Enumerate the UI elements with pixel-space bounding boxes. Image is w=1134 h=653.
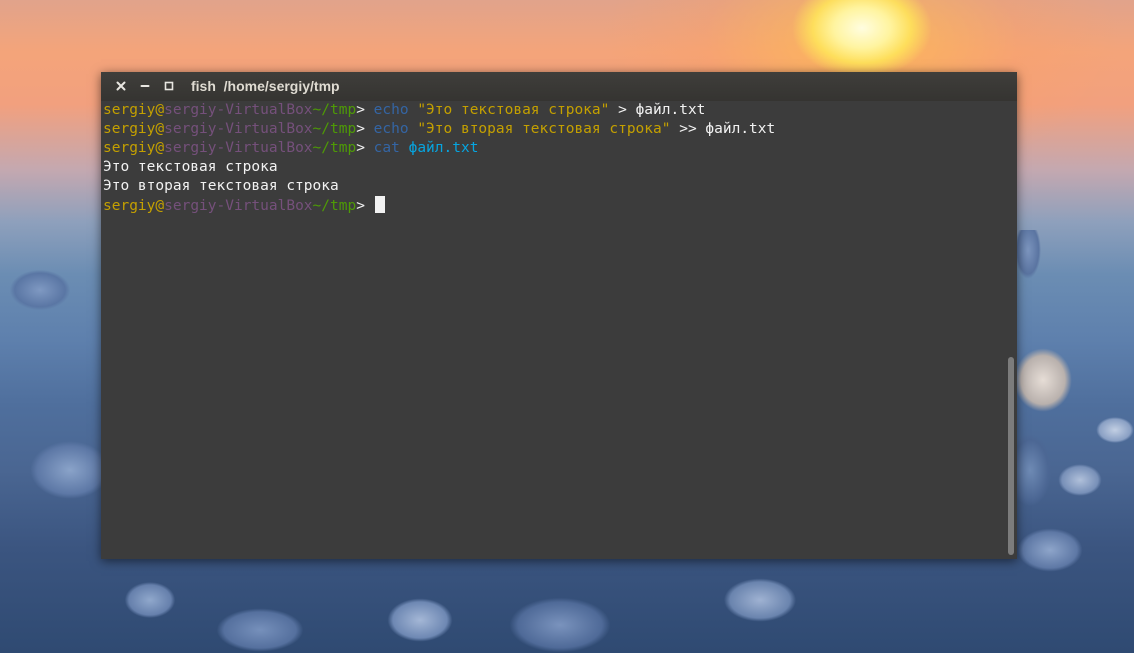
scrollbar[interactable]: [1005, 101, 1017, 559]
minimize-icon: [140, 85, 150, 87]
close-icon: [116, 81, 126, 91]
output-line: Это вторая текстовая строка: [103, 178, 339, 194]
prompt-user: sergiy: [103, 198, 156, 214]
prompt-host: sergiy-VirtualBox: [164, 198, 313, 214]
command-name: echo: [373, 121, 409, 137]
command-string-arg: "Это вторая текстовая строка": [417, 121, 671, 137]
terminal-output[interactable]: sergiy@sergiy-VirtualBox~/tmp> echo "Это…: [101, 101, 1005, 559]
prompt-symbol: >: [356, 140, 374, 156]
prompt-host: sergiy-VirtualBox: [164, 140, 313, 156]
command-line: sergiy@sergiy-VirtualBox~/tmp> cat файл.…: [103, 139, 1005, 158]
active-prompt-line[interactable]: sergiy@sergiy-VirtualBox~/tmp>: [103, 196, 1005, 215]
window-title: fish /home/sergiy/tmp: [191, 78, 340, 94]
command-line: sergiy@sergiy-VirtualBox~/tmp> echo "Это…: [103, 120, 1005, 139]
prompt-cwd: ~/tmp: [312, 121, 357, 137]
command-redirect: >> файл.txt: [670, 121, 776, 137]
command-line: sergiy@sergiy-VirtualBox~/tmp> echo "Это…: [103, 101, 1005, 120]
prompt-cwd: ~/tmp: [312, 102, 357, 118]
prompt-user: sergiy: [103, 140, 156, 156]
prompt-at: @: [155, 102, 165, 118]
window-titlebar[interactable]: fish /home/sergiy/tmp: [101, 72, 1017, 101]
text-cursor: [374, 196, 385, 213]
prompt-user: sergiy: [103, 102, 156, 118]
command-name: echo: [373, 102, 409, 118]
prompt-user: sergiy: [103, 121, 156, 137]
scrollbar-thumb[interactable]: [1008, 357, 1014, 555]
prompt-symbol: >: [356, 198, 374, 214]
prompt-at: @: [155, 198, 165, 214]
maximize-button[interactable]: [161, 78, 177, 94]
command-string-arg: "Это текстовая строка": [417, 102, 610, 118]
prompt-host: sergiy-VirtualBox: [164, 121, 313, 137]
prompt-symbol: >: [356, 121, 374, 137]
prompt-cwd: ~/tmp: [312, 140, 357, 156]
terminal-window[interactable]: fish /home/sergiy/tmp sergiy@sergiy-Virt…: [101, 72, 1017, 559]
close-button[interactable]: [113, 78, 129, 94]
prompt-symbol: >: [356, 102, 374, 118]
prompt-at: @: [155, 140, 165, 156]
command-redirect: > файл.txt: [609, 102, 706, 118]
output-line: Это текстовая строка: [103, 159, 278, 175]
prompt-cwd: ~/tmp: [312, 198, 357, 214]
prompt-host: sergiy-VirtualBox: [164, 102, 313, 118]
prompt-at: @: [155, 121, 165, 137]
minimize-button[interactable]: [137, 78, 153, 94]
command-name: cat: [373, 140, 400, 156]
maximize-icon: [164, 81, 174, 91]
command-file-arg: файл.txt: [408, 140, 479, 156]
